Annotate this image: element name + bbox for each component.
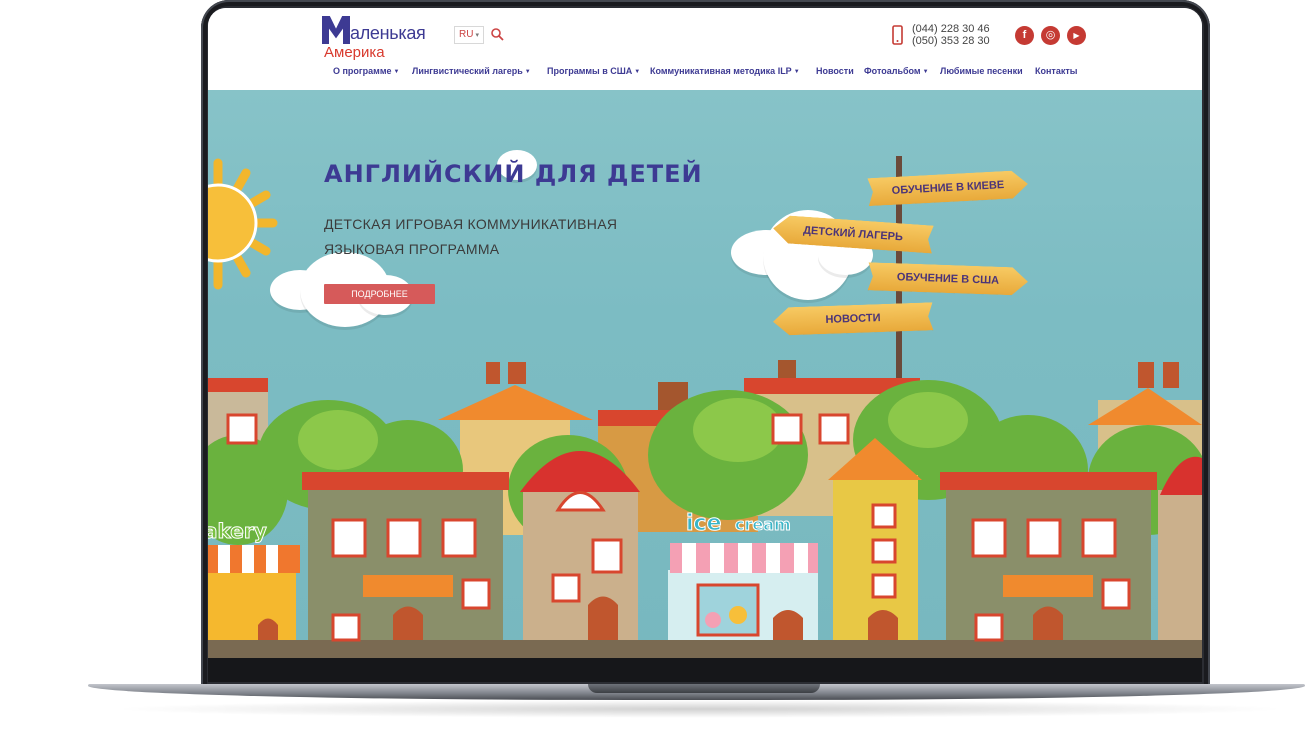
laptop-shadow <box>110 700 1290 718</box>
nav-item-usa-programs[interactable]: Программы в США ▼ <box>547 66 640 76</box>
logo-mark-icon <box>322 16 350 44</box>
nav-label: Коммуникативная методика ILP <box>650 66 792 76</box>
hero-subtitle-line2: ЯЗЫКОВАЯ ПРОГРАММА <box>324 241 500 257</box>
youtube-icon[interactable]: ▶ <box>1067 26 1086 45</box>
nav-label: Любимые песенки <box>940 66 1023 76</box>
nav-label: Контакты <box>1035 66 1078 76</box>
nav-label: Новости <box>816 66 854 76</box>
laptop-notch <box>588 684 820 693</box>
chevron-down-icon: ▼ <box>793 69 800 75</box>
sign-kiev[interactable]: ОБУЧЕНИЕ В КИЕВЕ <box>867 170 1028 206</box>
instagram-glyph: ◎ <box>1045 29 1056 41</box>
icecream-sign-text-1: ice <box>686 511 722 536</box>
facebook-glyph: f <box>1022 29 1027 41</box>
language-select[interactable]: RU ▾ <box>454 26 484 44</box>
nav-item-news[interactable]: Новости <box>816 66 854 76</box>
facebook-icon[interactable]: f <box>1015 26 1034 45</box>
nav-label: Фотоальбом <box>864 66 921 76</box>
chevron-down-icon: ▼ <box>524 69 531 75</box>
town-illustration: akery ice cream <box>208 360 1202 658</box>
instagram-icon[interactable]: ◎ <box>1041 26 1060 45</box>
phone-numbers: (044) 228 30 46 (050) 353 28 30 <box>912 23 990 47</box>
main-nav: О программе ▼ Лингвистический лагерь ▼ Про… <box>208 66 1202 82</box>
icecream-sign-text-2: cream <box>735 515 791 534</box>
phone-number-1[interactable]: (044) 228 30 46 <box>912 23 990 35</box>
nav-label: Лингвистический лагерь <box>412 66 523 76</box>
youtube-glyph: ▶ <box>1073 31 1080 40</box>
sign-usa[interactable]: ОБУЧЕНИЕ В США <box>868 262 1029 296</box>
hero-banner: АНГЛИЙСКИЙ ДЛЯ ДЕТЕЙ ДЕТСКАЯ ИГРОВАЯ КОМ… <box>208 90 1202 658</box>
hero-subtitle-line1: ДЕТСКАЯ ИГРОВАЯ КОММУНИКАТИВНАЯ <box>324 216 618 232</box>
nav-label: О программе <box>333 66 392 76</box>
laptop-screen: аленькая Америка RU ▾ (044) 228 30 46 (05… <box>208 8 1202 658</box>
nav-item-about[interactable]: О программе ▼ <box>333 66 399 76</box>
site-logo[interactable]: аленькая Америка <box>322 14 452 61</box>
bakery-sign-text: akery <box>208 519 267 543</box>
chevron-down-icon: ▼ <box>393 69 400 75</box>
hero-subtitle: ДЕТСКАЯ ИГРОВАЯ КОММУНИКАТИВНАЯ ЯЗЫКОВАЯ… <box>324 212 654 262</box>
language-current: RU <box>459 29 474 40</box>
logo-text-line1: аленькая <box>350 23 426 43</box>
search-icon[interactable] <box>490 27 504 41</box>
nav-item-photo-album[interactable]: Фотоальбом ▼ <box>864 66 929 76</box>
sign-news[interactable]: НОВОСТИ <box>773 302 934 336</box>
nav-item-contacts[interactable]: Контакты <box>1035 66 1077 76</box>
hero-title: АНГЛИЙСКИЙ ДЛЯ ДЕТЕЙ <box>324 160 703 188</box>
nav-item-songs[interactable]: Любимые песенки <box>940 66 1023 76</box>
more-button[interactable]: ПОДРОБНЕЕ <box>324 284 435 304</box>
screen-bezel-bottom <box>208 658 1202 682</box>
site-header: аленькая Америка RU ▾ (044) 228 30 46 (05… <box>208 8 1202 90</box>
nav-item-camp[interactable]: Лингвистический лагерь ▼ <box>412 66 531 76</box>
logo-text-line2: Америка <box>324 44 385 61</box>
phone-number-2[interactable]: (050) 353 28 30 <box>912 35 990 47</box>
chevron-down-icon: ▼ <box>922 69 929 75</box>
nav-item-ilp[interactable]: Коммуникативная методика ILP ▼ <box>650 66 800 76</box>
chevron-down-icon: ▼ <box>634 69 641 75</box>
nav-label: Программы в США <box>547 66 633 76</box>
phone-icon <box>892 25 903 45</box>
chevron-down-icon: ▾ <box>475 32 479 39</box>
